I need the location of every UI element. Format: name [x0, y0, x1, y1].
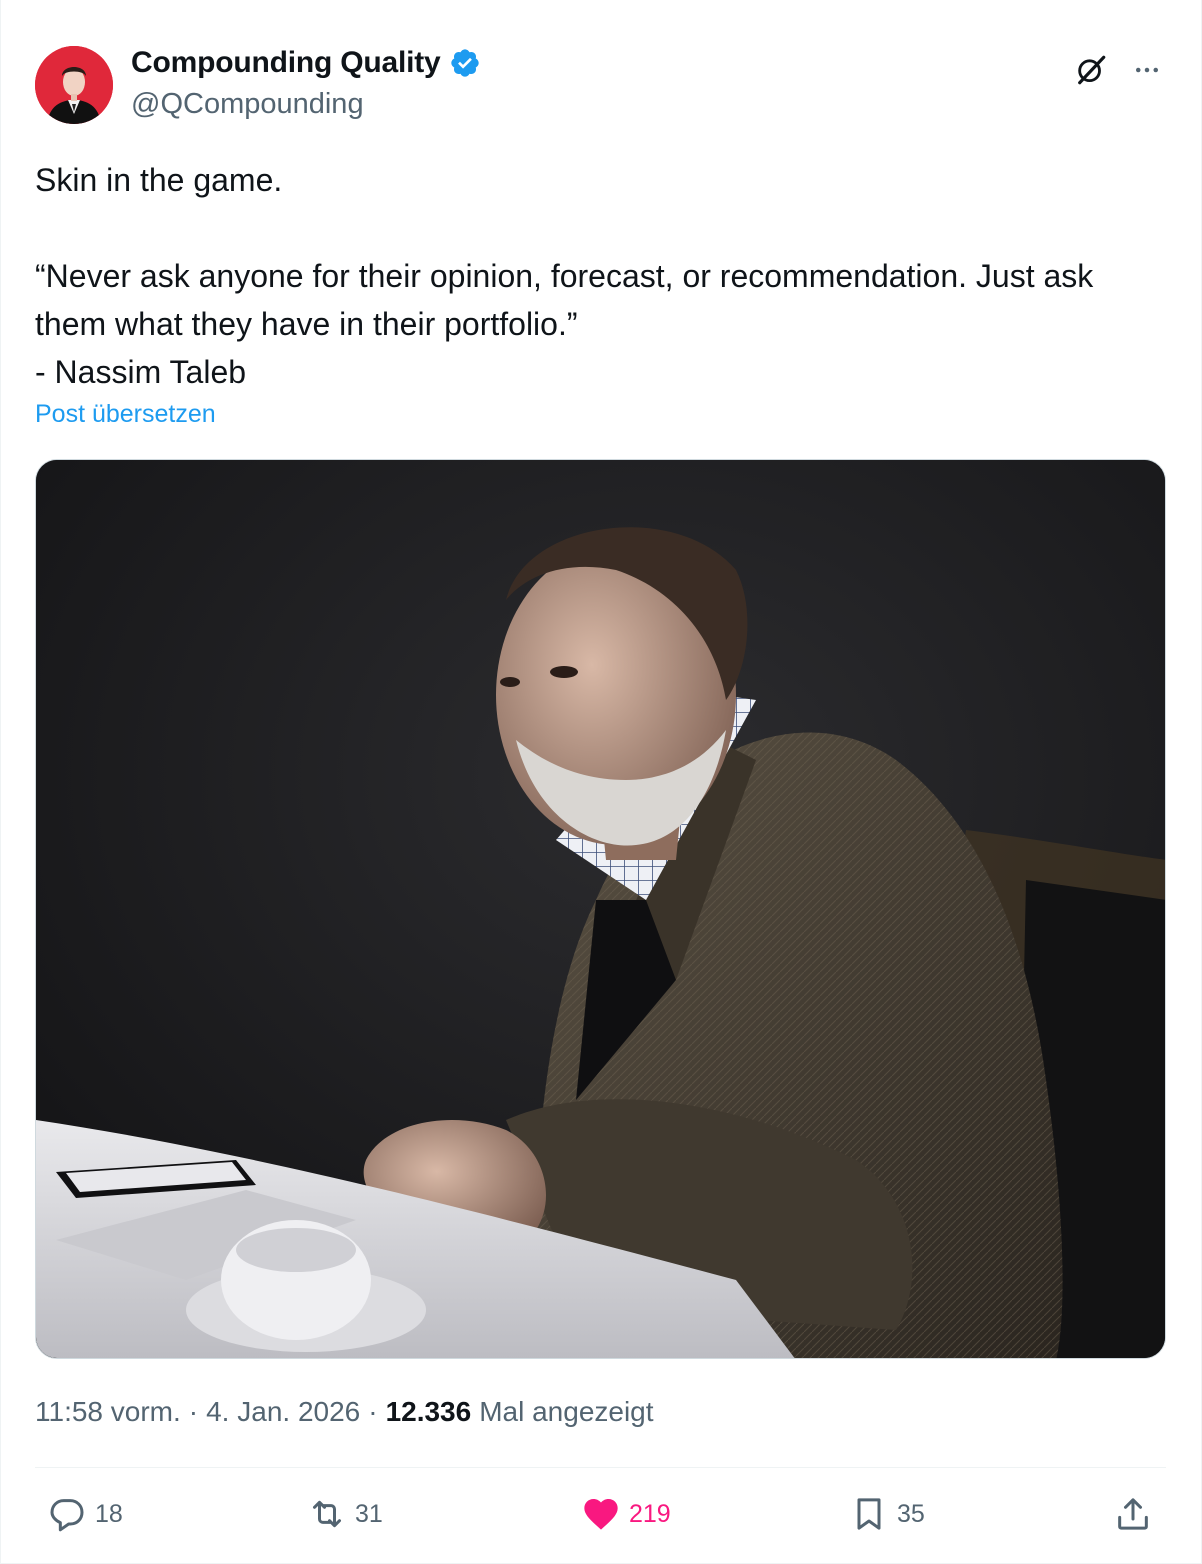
more-icon — [1136, 67, 1158, 73]
reply-button[interactable]: 18 — [47, 1488, 123, 1540]
tweet-photo[interactable] — [35, 459, 1166, 1359]
tweet-card: Compounding Quality @QCompounding Skin i… — [0, 0, 1202, 1564]
repost-count: 31 — [355, 1499, 383, 1528]
author-name-row[interactable]: Compounding Quality — [131, 46, 481, 80]
grok-icon — [1078, 55, 1106, 85]
reply-count: 18 — [95, 1499, 123, 1528]
meta-separator: · — [188, 1396, 199, 1427]
avatar[interactable] — [35, 46, 113, 124]
portrait-photo — [36, 460, 1165, 1358]
like-button[interactable]: 219 — [581, 1488, 671, 1540]
more-options-button[interactable] — [1125, 48, 1169, 92]
views-label: Mal angezeigt — [479, 1396, 654, 1427]
heart-icon — [584, 1499, 618, 1530]
avatar-image — [35, 46, 113, 124]
action-bar: 18 31 219 35 — [35, 1488, 1166, 1540]
author-handle[interactable]: @QCompounding — [131, 88, 364, 121]
bookmark-button[interactable]: 35 — [849, 1488, 925, 1540]
like-count: 219 — [629, 1499, 671, 1528]
tweet-date[interactable]: 4. Jan. 2026 — [206, 1396, 360, 1428]
bookmark-count: 35 — [897, 1499, 925, 1528]
meta-separator: · — [368, 1396, 378, 1427]
share-icon — [1118, 1498, 1148, 1530]
tweet-time[interactable]: 11:58 vorm. — [35, 1396, 181, 1428]
share-button[interactable] — [1113, 1488, 1153, 1540]
grok-button[interactable] — [1069, 48, 1113, 92]
translate-post-link[interactable]: Post übersetzen — [35, 400, 216, 429]
divider — [35, 1467, 1166, 1468]
verified-badge-icon[interactable] — [449, 47, 481, 79]
tweet-meta: 11:58 vorm. · 4. Jan. 2026 · 12.336 Mal … — [35, 1396, 654, 1428]
bookmark-icon — [857, 1498, 881, 1530]
tweet-text: Skin in the game. “Never ask anyone for … — [35, 162, 1094, 390]
reply-icon — [50, 1499, 84, 1532]
repost-icon — [313, 1500, 341, 1528]
author-display-name[interactable]: Compounding Quality — [131, 46, 441, 80]
repost-button[interactable]: 31 — [307, 1488, 383, 1540]
views-count: 12.336 — [385, 1396, 472, 1427]
